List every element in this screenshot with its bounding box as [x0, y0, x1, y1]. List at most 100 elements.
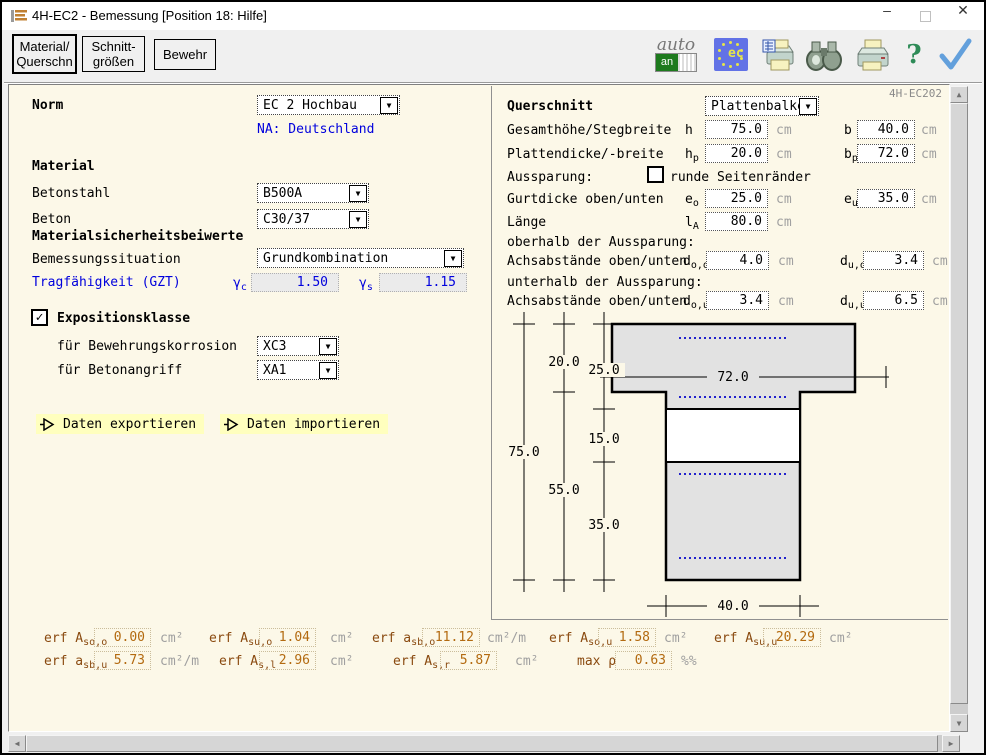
- dim-72: 72.0: [717, 370, 748, 385]
- help-icon: ?: [906, 40, 921, 70]
- scroll-right-button[interactable]: [942, 735, 960, 752]
- sicherheit-heading: Materialsicherheitsbeiwerte: [32, 229, 243, 244]
- querschnitt-value: Plattenbalken: [706, 99, 799, 114]
- situation-select[interactable]: Grundkombination: [257, 248, 464, 268]
- lA-field[interactable]: 80.0: [705, 212, 768, 231]
- chevron-down-icon[interactable]: [319, 338, 337, 355]
- tab-schnittgroessen[interactable]: Schnitt- größen: [82, 36, 145, 72]
- auto-toggle[interactable]: auto an: [654, 35, 698, 75]
- checkmark-icon: [936, 36, 974, 74]
- dim-40: 40.0: [717, 599, 748, 614]
- tab-bewehrung[interactable]: Bewehr: [154, 39, 216, 70]
- close-button[interactable]: ✕: [946, 2, 980, 30]
- chevron-down-icon[interactable]: [380, 97, 398, 114]
- gzt-label: Tragfähigkeit (GZT): [32, 275, 181, 290]
- eo-field[interactable]: 25.0: [705, 189, 768, 208]
- angriff-value: XA1: [258, 363, 319, 378]
- result-Asuu-field: 20.29: [763, 628, 821, 647]
- chevron-down-icon[interactable]: [319, 362, 337, 379]
- doo-field[interactable]: 4.0: [706, 251, 769, 270]
- print-button[interactable]: [852, 36, 890, 74]
- minimize-button[interactable]: –: [870, 2, 904, 30]
- scroll-left-button[interactable]: [8, 735, 26, 752]
- result-maxrho-label: max ρ: [577, 654, 616, 669]
- maximize-icon: [920, 11, 931, 22]
- horizontal-scroll-thumb[interactable]: [26, 735, 938, 752]
- gesamt-label: Gesamthöhe/Stegbreite: [507, 123, 671, 138]
- dim-35: 35.0: [588, 518, 619, 533]
- dou-symbol: do,u: [683, 294, 709, 309]
- korrosion-value: XC3: [258, 339, 319, 354]
- platte-label: Plattendicke/-breite: [507, 147, 664, 162]
- querschnitt-select[interactable]: Plattenbalken: [705, 96, 819, 116]
- b-field[interactable]: 40.0: [857, 120, 915, 139]
- angriff-select[interactable]: XA1: [257, 360, 339, 380]
- unterhalb-label: unterhalb der Aussparung:: [507, 275, 703, 290]
- title-bar: 4H-EC2 - Bemessung [Position 18: Hilfe] …: [2, 2, 984, 30]
- runde-seitenraender-label: runde Seitenränder: [670, 170, 811, 185]
- result-Asou-unit: cm²: [664, 631, 687, 646]
- gamma-c-field: 1.50: [251, 273, 339, 292]
- hp-field[interactable]: 20.0: [705, 144, 768, 163]
- import-link[interactable]: Daten importieren: [220, 414, 388, 434]
- maximize-button[interactable]: [908, 2, 942, 30]
- eo-symbol: eo: [685, 192, 699, 207]
- result-Asr-unit: cm²: [515, 654, 538, 669]
- tab-label: Bewehr: [155, 47, 215, 62]
- runde-seitenraender-checkbox[interactable]: [647, 166, 664, 183]
- expositionsklasse-checkbox[interactable]: ✓: [31, 309, 48, 326]
- chevron-down-icon[interactable]: [444, 250, 462, 267]
- eu-unit: cm: [921, 192, 937, 207]
- eurocode-button[interactable]: ec: [714, 38, 748, 71]
- beton-value: C30/37: [258, 212, 349, 227]
- tab-label: Querschn: [14, 54, 75, 69]
- tab-material-querschnitt[interactable]: Material/ Querschn: [12, 34, 77, 74]
- achs-o-label: Achsabstände oben/unten: [507, 254, 687, 269]
- play-icon: [40, 418, 55, 431]
- doo-unit: cm: [778, 254, 794, 269]
- dim-75: 75.0: [508, 445, 539, 460]
- binoculars-icon: [804, 36, 844, 74]
- expositionsklasse-label: Expositionsklasse: [57, 311, 190, 326]
- betonstahl-select[interactable]: B500A: [257, 183, 369, 203]
- scroll-down-button[interactable]: [950, 714, 968, 732]
- result-asbo-unit: cm²/m: [487, 631, 526, 646]
- bp-unit: cm: [921, 147, 937, 162]
- search-button[interactable]: [804, 36, 844, 74]
- b-unit: cm: [921, 123, 937, 138]
- querschnitt-heading: Querschnitt: [507, 99, 593, 114]
- hp-symbol: hp: [685, 147, 699, 162]
- korrosion-select[interactable]: XC3: [257, 336, 339, 356]
- h-field[interactable]: 75.0: [705, 120, 768, 139]
- result-Asl-unit: cm²: [330, 654, 353, 669]
- material-heading: Material: [32, 159, 95, 174]
- chevron-down-icon[interactable]: [349, 211, 367, 228]
- lA-symbol: lA: [685, 215, 699, 230]
- beton-select[interactable]: C30/37: [257, 209, 369, 229]
- norm-label: Norm: [32, 98, 63, 113]
- chevron-down-icon[interactable]: [349, 185, 367, 202]
- auto-label: auto: [657, 38, 695, 52]
- duo-symbol: du,o: [840, 254, 866, 269]
- result-Asuo-unit: cm²: [330, 631, 353, 646]
- gamma-s-symbol: γs: [359, 276, 373, 291]
- h-symbol: h: [685, 123, 693, 138]
- result-asbo-field: 11.12: [422, 628, 480, 647]
- eu-field[interactable]: 35.0: [857, 189, 915, 208]
- column-divider: [491, 86, 492, 619]
- help-button[interactable]: ?: [902, 36, 926, 74]
- result-Asr-field: 5.87: [440, 651, 497, 670]
- scroll-up-button[interactable]: [950, 86, 968, 103]
- result-Asoo-unit: cm²: [160, 631, 183, 646]
- bp-field[interactable]: 72.0: [857, 144, 915, 163]
- dim-25: 25.0: [588, 363, 619, 378]
- print-preview-button[interactable]: [759, 36, 797, 74]
- vertical-scroll-thumb[interactable]: [950, 103, 968, 704]
- export-link[interactable]: Daten exportieren: [36, 414, 204, 434]
- norm-select[interactable]: EC 2 Hochbau: [257, 95, 400, 115]
- betonstahl-label: Betonstahl: [32, 186, 110, 201]
- duo-field[interactable]: 3.4: [863, 251, 924, 270]
- chevron-down-icon[interactable]: [799, 98, 817, 115]
- confirm-button[interactable]: [936, 36, 974, 74]
- dim-20: 20.0: [548, 355, 579, 370]
